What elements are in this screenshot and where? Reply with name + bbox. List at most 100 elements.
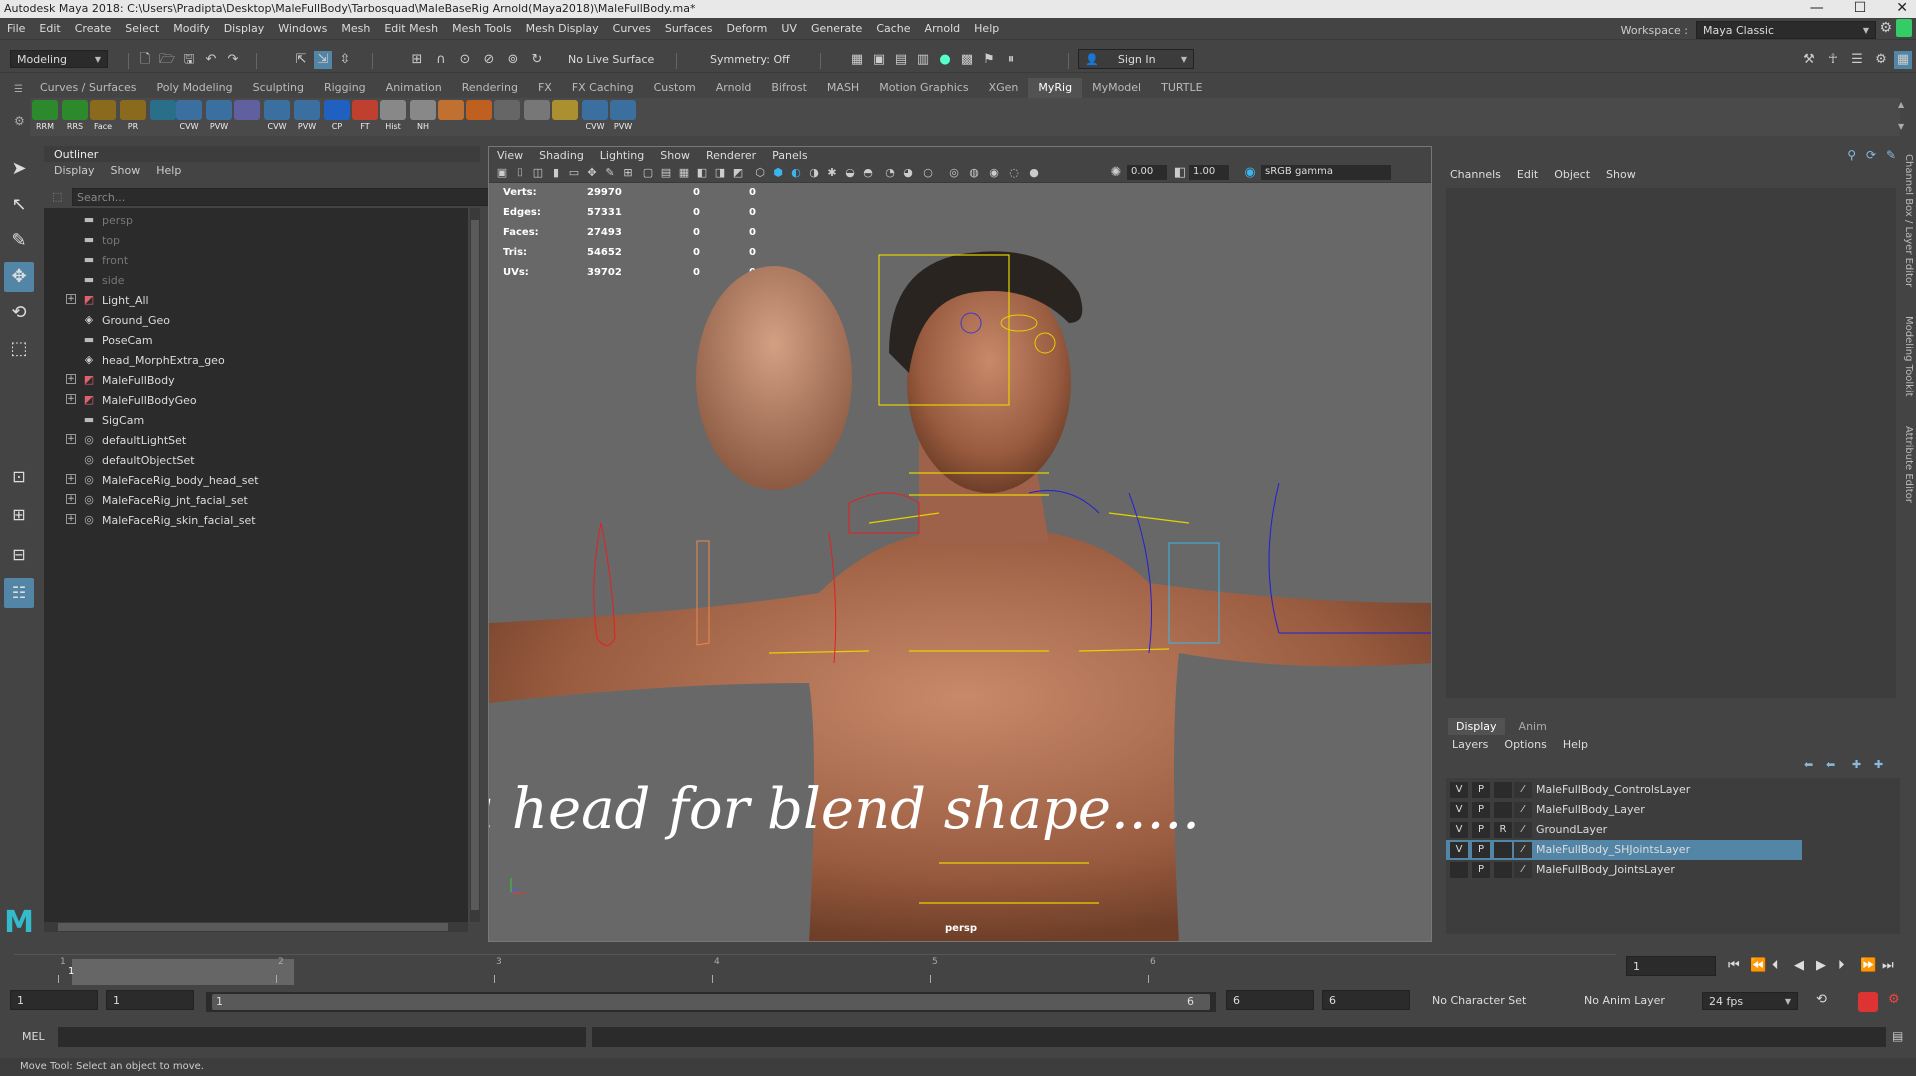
layer-tab-display[interactable]: Display xyxy=(1448,718,1505,735)
outliner-item-malefullbodygeo[interactable]: + ◩ MaleFullBodyGeo xyxy=(44,390,464,410)
rotate-tool-icon[interactable]: ⟲ xyxy=(4,298,34,328)
step-forward-frame-icon[interactable]: ⏵ xyxy=(1838,958,1845,973)
shelf-button-tool-16[interactable] xyxy=(492,100,522,134)
channel-box-edit-icon[interactable]: ✎ xyxy=(1886,148,1896,162)
layer-visibility-toggle[interactable]: V xyxy=(1450,802,1468,818)
step-forward-key-icon[interactable]: ⏩ xyxy=(1860,958,1876,973)
layer-tab-anim[interactable]: Anim xyxy=(1511,718,1555,735)
step-back-frame-icon[interactable]: ⏴ xyxy=(1772,958,1779,973)
grid-icon[interactable]: ⊞ xyxy=(619,164,637,182)
menu-modify[interactable]: Modify xyxy=(166,18,216,35)
snap-vertex-icon[interactable]: ↻ xyxy=(528,51,546,69)
viewport-menu-renderer[interactable]: Renderer xyxy=(698,147,764,163)
menu-edit-mesh[interactable]: Edit Mesh xyxy=(377,18,445,35)
command-input[interactable] xyxy=(58,1027,586,1047)
open-scene-icon[interactable]: 🗁 xyxy=(158,51,176,69)
layer-color-swatch[interactable]: ⁄ xyxy=(1514,822,1532,838)
expand-icon[interactable]: + xyxy=(66,434,76,444)
layer-row-malefullbody-shjointslayer[interactable]: V P ⁄ MaleFullBody_SHJointsLayer xyxy=(1446,840,1802,860)
channel-box-node-icon[interactable]: ⚲ xyxy=(1847,148,1856,162)
shelf-tab-rendering[interactable]: Rendering xyxy=(452,78,528,98)
shelf-button-cvw[interactable]: CVW xyxy=(174,100,204,134)
move-layer-up-icon[interactable]: ⬅ xyxy=(1804,758,1813,771)
new-scene-icon[interactable]: 🗋 xyxy=(136,51,154,69)
outliner-menu-help[interactable]: Help xyxy=(156,164,181,177)
outliner-vertical-scrollbar[interactable] xyxy=(470,208,480,922)
animation-start-field[interactable]: 1 xyxy=(10,990,98,1010)
attribute-editor-icon[interactable]: ☰ xyxy=(1848,51,1866,69)
layer-display-type-toggle[interactable] xyxy=(1494,782,1512,798)
shelf-button-cp[interactable]: CP xyxy=(322,100,352,134)
viewport-menu-shading[interactable]: Shading xyxy=(531,147,592,163)
go-to-end-icon[interactable]: ⏭ xyxy=(1882,958,1894,973)
xray-joints-icon[interactable]: ◉ xyxy=(985,164,1003,182)
select-object-icon[interactable]: ⇲ xyxy=(314,51,332,69)
shelf-button-pvw[interactable]: PVW xyxy=(608,100,638,134)
default-material-icon[interactable]: ◐ xyxy=(787,164,805,182)
layer-row-malefullbody-controlslayer[interactable]: V P ⁄ MaleFullBody_ControlsLayer xyxy=(1446,780,1802,800)
image-plane-icon[interactable]: ▭ xyxy=(565,164,583,182)
workspace-reset-icon[interactable] xyxy=(1896,19,1912,37)
layer-color-swatch[interactable]: ⁄ xyxy=(1514,862,1532,878)
render-view-icon[interactable]: ▦ xyxy=(848,51,866,69)
menu-file[interactable]: File xyxy=(0,18,32,35)
outliner-layout-icon[interactable]: ☷ xyxy=(4,578,34,608)
four-pane-layout-icon[interactable]: ⊞ xyxy=(4,500,34,530)
grease-pencil-icon[interactable]: ✎ xyxy=(601,164,619,182)
shelf-tab-arnold[interactable]: Arnold xyxy=(706,78,762,98)
outliner-menu-display[interactable]: Display xyxy=(54,164,95,177)
channel-box-body[interactable] xyxy=(1446,188,1896,698)
gate-mask-icon[interactable]: ▦ xyxy=(675,164,693,182)
redo-icon[interactable]: ↷ xyxy=(224,51,242,69)
channel-box-icon[interactable]: ▦ xyxy=(1894,51,1912,69)
xray-icon[interactable]: ◍ xyxy=(965,164,983,182)
camera-lock-icon[interactable]: ⌷ xyxy=(511,164,529,182)
lasso-tool-icon[interactable]: ↖ xyxy=(4,190,34,220)
scale-tool-icon[interactable]: ⬚ xyxy=(4,334,34,364)
fps-dropdown[interactable]: 24 fps ▼ xyxy=(1702,992,1798,1010)
range-slider[interactable]: 1 6 xyxy=(206,992,1216,1012)
layer-visibility-toggle[interactable]: V xyxy=(1450,842,1468,858)
workspace-lock-icon[interactable]: ⚙ xyxy=(1879,20,1892,36)
outliner-menu-show[interactable]: Show xyxy=(111,164,141,177)
new-layer-icon[interactable]: ✚ xyxy=(1852,758,1861,771)
channel-box-menu-channels[interactable]: Channels xyxy=(1450,168,1501,181)
snap-surface-icon[interactable]: ⊚ xyxy=(504,51,522,69)
layer-display-type-toggle[interactable] xyxy=(1494,802,1512,818)
shelf-scroll-down-icon[interactable]: ▼ xyxy=(1898,122,1904,131)
expand-icon[interactable]: + xyxy=(66,474,76,484)
expand-icon[interactable]: + xyxy=(66,294,76,304)
paint-select-tool-icon[interactable]: ✎ xyxy=(4,226,34,256)
play-backward-icon[interactable]: ◀ xyxy=(1794,958,1804,973)
shelf-tab-bifrost[interactable]: Bifrost xyxy=(761,78,817,98)
backface-icon[interactable]: ● xyxy=(1025,164,1043,182)
gamma-icon[interactable]: ◧ xyxy=(1171,164,1189,182)
tool-settings-icon[interactable]: ⚙ xyxy=(1872,51,1890,69)
shelf-tab-curves-surfaces[interactable]: Curves / Surfaces xyxy=(30,78,147,98)
film-gate-icon[interactable]: ▢ xyxy=(639,164,657,182)
layer-menu-options[interactable]: Options xyxy=(1504,738,1546,751)
select-tool-icon[interactable]: ➤ xyxy=(4,154,34,184)
save-scene-icon[interactable]: 🖫 xyxy=(180,51,198,69)
shelf-tab-custom[interactable]: Custom xyxy=(644,78,706,98)
shelf-button-tool-18[interactable] xyxy=(550,100,580,134)
two-pane-layout-icon[interactable]: ⊟ xyxy=(4,540,34,570)
shelf-tab-myrig[interactable]: MyRig xyxy=(1028,78,1083,98)
outliner-item-light-all[interactable]: + ◩ Light_All xyxy=(44,290,464,310)
expand-icon[interactable]: + xyxy=(66,514,76,524)
menu-uv[interactable]: UV xyxy=(774,18,804,35)
exposure-field[interactable]: 0.00 xyxy=(1127,165,1167,180)
2d-pan-icon[interactable]: ✥ xyxy=(583,164,601,182)
go-to-start-icon[interactable]: ⏮ xyxy=(1728,958,1740,973)
shelf-gear-icon[interactable]: ⚙ xyxy=(14,114,25,128)
outliner-item-malefacerig-skin-facial-set[interactable]: + ◎ MaleFaceRig_skin_facial_set xyxy=(44,510,464,530)
menu-help[interactable]: Help xyxy=(967,18,1006,35)
safe-title-icon[interactable]: ◩ xyxy=(729,164,747,182)
ambient-occlusion-icon[interactable]: ◓ xyxy=(859,164,877,182)
outliner-item-malefacerig-jnt-facial-set[interactable]: + ◎ MaleFaceRig_jnt_facial_set xyxy=(44,490,464,510)
shelf-tab-fx-caching[interactable]: FX Caching xyxy=(562,78,644,98)
light-editor-icon[interactable]: ⚑ xyxy=(980,51,998,69)
layer-display-type-toggle[interactable] xyxy=(1494,842,1512,858)
layer-display-type-toggle[interactable] xyxy=(1494,862,1512,878)
current-frame-field[interactable]: 1 xyxy=(1626,956,1716,976)
